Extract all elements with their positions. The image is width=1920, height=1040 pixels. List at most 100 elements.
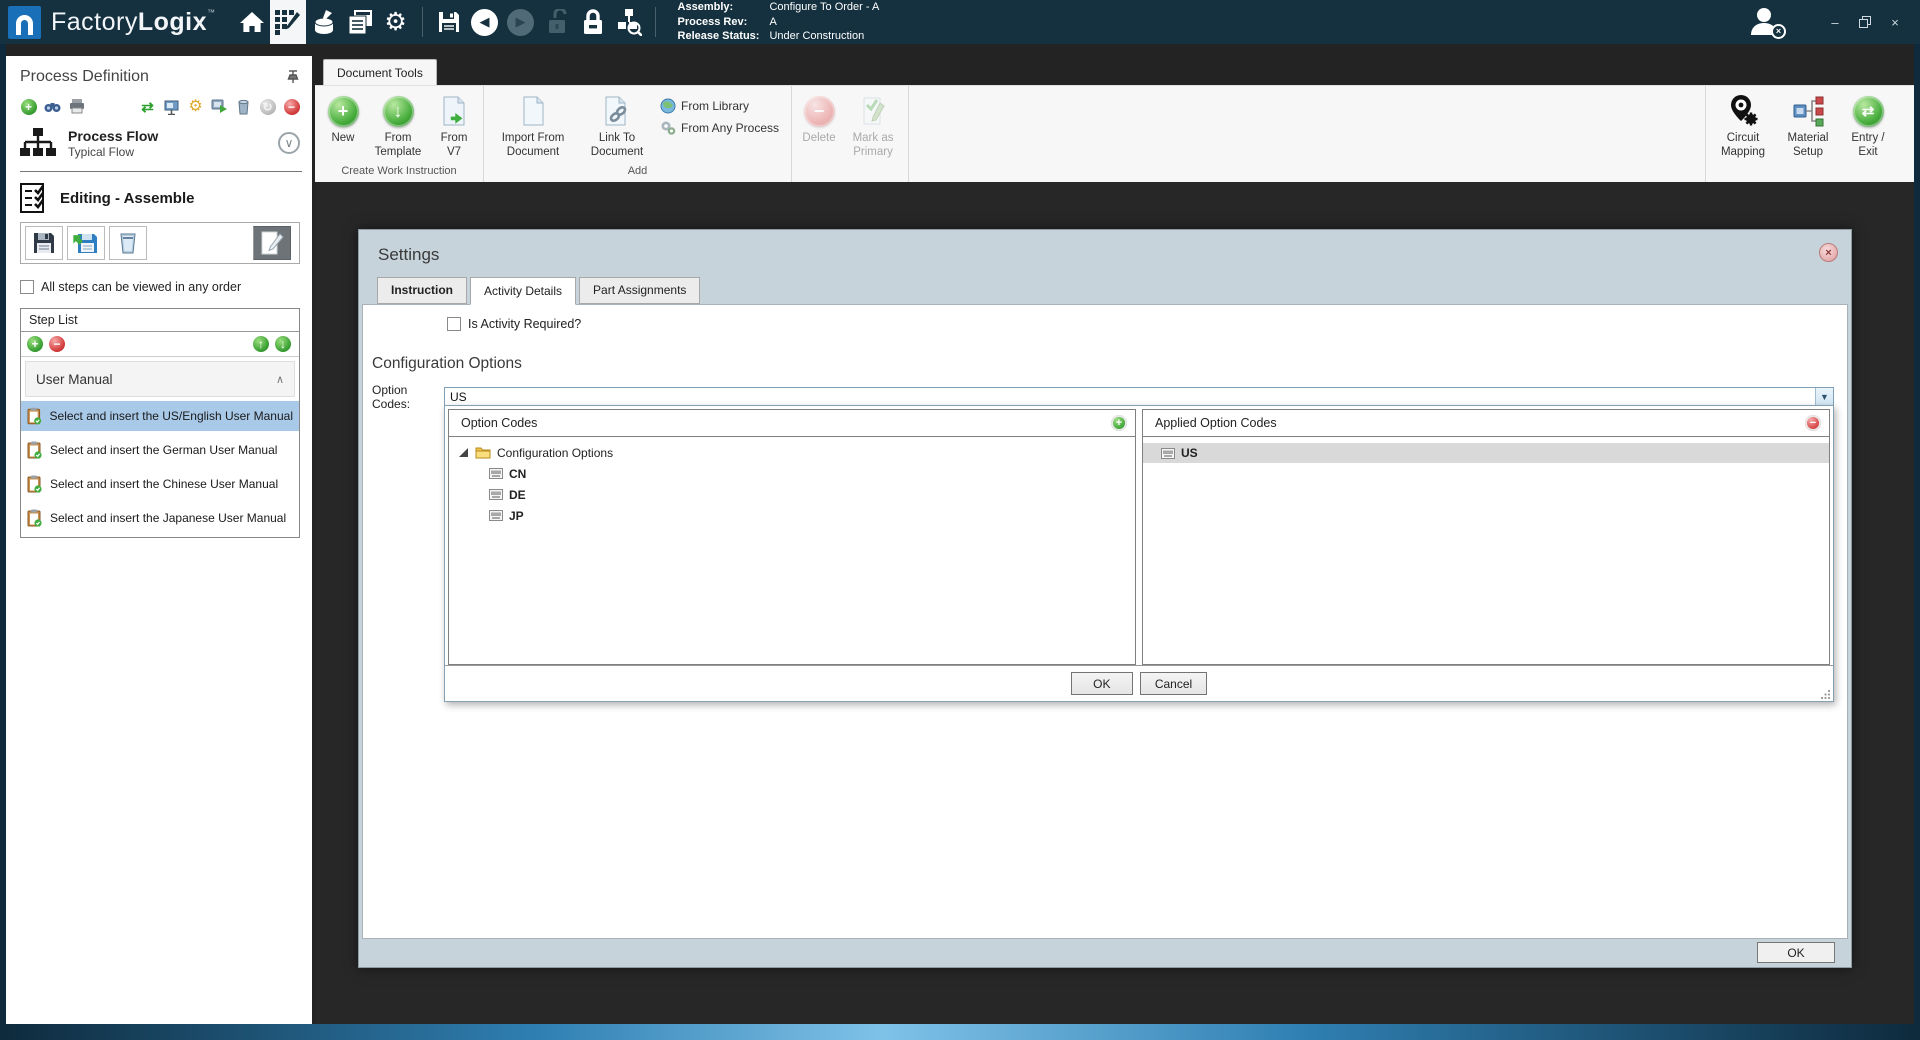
ribbon-group-right: Circuit Mapping Mat [1705,86,1900,182]
process-settings-button[interactable]: ⚙ [187,98,204,115]
dialog-ok-button[interactable]: OK [1757,942,1835,963]
from-library-button[interactable]: From Library [660,95,779,117]
tree-root-row[interactable]: Configuration Options [449,442,1135,463]
divider [20,171,302,172]
from-any-process-button[interactable]: From Any Process [660,117,779,139]
titlebar: FactoryLogix™ [0,0,1920,44]
remove-process-button[interactable]: − [283,98,300,115]
resize-grip[interactable] [1821,689,1831,699]
floppy-arrow-icon [72,231,100,256]
forward-button[interactable]: ▶ [503,0,539,44]
edit-instruction-button[interactable] [253,226,291,260]
combo-dropdown-button[interactable]: ▼ [1815,388,1833,406]
tree-expander-icon[interactable] [459,448,468,457]
step-clipboard-icon [27,475,42,493]
step-item[interactable]: Select and insert the Chinese User Manua… [21,469,299,499]
materials-button[interactable] [306,0,342,44]
lock-button[interactable] [575,0,611,44]
from-template-button[interactable]: ↓ From Template [367,89,429,165]
ribbon-group-create: + New ↓ From Template [315,86,484,182]
step-list-title: Step List [21,309,299,332]
applied-option-item[interactable]: US [1143,443,1829,463]
material-setup-button[interactable]: Material Setup [1776,89,1840,165]
dialog-close-button[interactable]: × [1819,243,1838,262]
from-v7-icon [441,95,467,127]
option-codes-label: Option Codes: [372,383,444,411]
settings-button[interactable]: ⚙ [378,0,414,44]
minimize-button[interactable]: – [1820,9,1850,35]
find-button[interactable] [44,98,61,115]
pin-icon[interactable] [286,70,300,84]
reports-button[interactable] [342,0,378,44]
user-button[interactable]: × [1748,5,1782,39]
gear-icon: ⚙ [384,10,406,35]
process-flow-item[interactable]: Process Flow Typical Flow ∨ [20,127,300,159]
refresh-button[interactable]: ↻ [259,98,276,115]
step-item[interactable]: Select and insert the German User Manual [21,435,299,465]
remove-step-button[interactable]: − [49,336,65,352]
tab-part-assignments[interactable]: Part Assignments [579,277,700,304]
apply-option-button[interactable]: + [1111,415,1127,431]
applied-options-panel: Applied Option Codes − US [1142,409,1830,665]
entry-exit-icon: ⇄ [1853,96,1884,127]
editing-toolbar [20,222,300,264]
process-editor-button[interactable] [270,0,306,44]
presentation-button[interactable] [163,98,180,115]
expand-flow-button[interactable]: ∨ [278,132,300,154]
link-to-document-button[interactable]: Link To Document [578,89,656,165]
group-label-create: Create Work Instruction [315,165,483,182]
step-item[interactable]: Select and insert the Japanese User Manu… [21,503,299,533]
option-code-item[interactable]: CN [449,463,1135,484]
tab-document-tools[interactable]: Document Tools [323,59,437,85]
home-button[interactable] [234,0,270,44]
option-codes-combobox[interactable]: US ▼ [444,387,1834,407]
option-code-item[interactable]: DE [449,484,1135,505]
delete-step-button[interactable] [109,226,147,260]
new-icon: + [328,96,359,127]
picker-cancel-button[interactable]: Cancel [1140,672,1207,695]
collapse-group-icon[interactable]: ∧ [276,373,284,386]
delete-process-button[interactable] [235,98,252,115]
save-step-button[interactable] [25,226,63,260]
workspace: Document Tools + New ↓ From Template [315,56,1914,1024]
option-codes-value: US [445,388,1815,406]
back-button[interactable]: ◀ [467,0,503,44]
tab-activity-details[interactable]: Activity Details [470,277,576,305]
option-code-item[interactable]: JP [449,505,1135,526]
step-group-header[interactable]: User Manual ∧ [25,361,295,397]
titlebar-right: × – × [1748,5,1910,39]
print-button[interactable] [68,98,85,115]
add-step-button[interactable]: + [27,336,43,352]
main-nav: ⚙ ◀ ▶ [234,0,664,44]
is-activity-required-checkbox[interactable] [447,317,461,331]
export-button[interactable] [211,98,228,115]
add-process-button[interactable]: + [20,98,37,115]
new-button[interactable]: + New [319,89,367,165]
process-search-button[interactable] [611,0,647,44]
available-options-header: Option Codes [461,416,537,430]
binoculars-icon [44,100,61,113]
delete-button[interactable]: − Delete [796,89,842,165]
from-v7-button[interactable]: From V7 [429,89,479,165]
process-rev-value: A [769,15,879,30]
sync-steps-button[interactable]: ⇄ [139,98,156,115]
export-monitor-icon [211,99,228,114]
group-label-right [1706,165,1900,182]
tab-instruction[interactable]: Instruction [377,277,467,304]
reports-icon [347,9,373,35]
step-item[interactable]: Select and insert the US/English User Ma… [21,401,299,431]
move-step-up-button[interactable]: ↑ [253,336,269,352]
entry-exit-button[interactable]: ⇄ Entry / Exit [1840,89,1896,165]
unlock-button[interactable] [539,0,575,44]
all-steps-checkbox[interactable] [20,280,34,294]
move-step-down-button[interactable]: ↓ [275,336,291,352]
import-from-document-button[interactable]: Import From Document [488,89,578,165]
mark-as-primary-button[interactable]: Mark as Primary [842,89,904,165]
circuit-mapping-button[interactable]: Circuit Mapping [1710,89,1776,165]
restore-button[interactable] [1850,9,1880,35]
save-button[interactable] [431,0,467,44]
picker-ok-button[interactable]: OK [1071,672,1133,695]
remove-applied-option-button[interactable]: − [1805,415,1821,431]
save-as-button[interactable] [67,226,105,260]
close-button[interactable]: × [1880,9,1910,35]
